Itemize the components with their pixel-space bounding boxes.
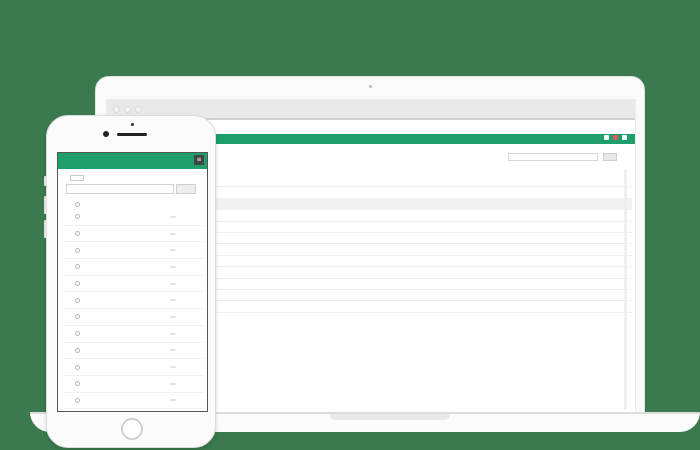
row-select bbox=[64, 281, 90, 287]
checkbox-icon[interactable] bbox=[74, 364, 80, 370]
camera-icon bbox=[103, 131, 109, 137]
row-select bbox=[64, 331, 90, 337]
home-button-icon[interactable] bbox=[121, 418, 143, 440]
header-date bbox=[285, 168, 393, 176]
laptop-notch bbox=[330, 414, 450, 420]
row-actions bbox=[170, 365, 204, 369]
user-icon[interactable] bbox=[604, 135, 609, 140]
row-actions bbox=[170, 332, 204, 336]
edit-button[interactable] bbox=[170, 215, 176, 218]
row-select bbox=[64, 214, 90, 220]
row-actions bbox=[170, 315, 204, 319]
list-item[interactable] bbox=[64, 259, 204, 276]
row-select bbox=[64, 247, 90, 253]
list-item[interactable] bbox=[64, 359, 204, 376]
edit-button[interactable] bbox=[170, 399, 176, 402]
window-minimize-icon[interactable] bbox=[124, 106, 131, 113]
edit-button[interactable] bbox=[170, 249, 176, 252]
desktop-search-row bbox=[508, 153, 617, 161]
edit-button[interactable] bbox=[170, 299, 176, 302]
phone-volume-down-button bbox=[44, 220, 47, 238]
edit-button[interactable] bbox=[170, 282, 176, 285]
checkbox-icon[interactable] bbox=[74, 347, 80, 353]
mobile-search-input[interactable] bbox=[66, 184, 174, 194]
row-select bbox=[64, 364, 90, 370]
checkbox-icon[interactable] bbox=[74, 214, 80, 220]
row-actions bbox=[170, 265, 204, 269]
list-item[interactable] bbox=[64, 226, 204, 243]
edit-button[interactable] bbox=[170, 232, 176, 235]
checkbox-icon[interactable] bbox=[74, 201, 80, 207]
row-actions bbox=[170, 215, 204, 219]
phone-sensor-icon bbox=[131, 123, 134, 126]
list-item[interactable] bbox=[64, 276, 204, 293]
checkbox-icon[interactable] bbox=[74, 297, 80, 303]
checkbox-icon[interactable] bbox=[74, 247, 80, 253]
phone-device: ≡ bbox=[44, 115, 216, 448]
phone-speaker bbox=[117, 133, 147, 136]
row-select bbox=[64, 347, 90, 353]
menu-icon[interactable]: ≡ bbox=[194, 155, 204, 165]
list-item[interactable] bbox=[64, 309, 204, 326]
list-item[interactable] bbox=[64, 292, 204, 310]
row-select bbox=[64, 297, 90, 303]
edit-button[interactable] bbox=[170, 315, 176, 318]
list-item[interactable] bbox=[64, 343, 204, 360]
row-actions bbox=[170, 282, 204, 286]
checkbox-icon[interactable] bbox=[74, 331, 80, 337]
mobile-table-header bbox=[64, 199, 204, 209]
row-actions bbox=[170, 232, 204, 236]
list-item[interactable] bbox=[64, 209, 204, 226]
notification-icon[interactable] bbox=[613, 135, 618, 140]
checkbox-icon[interactable] bbox=[74, 264, 80, 270]
mobile-app-header: ≡ bbox=[58, 153, 207, 169]
row-select bbox=[64, 381, 90, 387]
menu-icon[interactable] bbox=[622, 135, 627, 140]
checkbox-icon[interactable] bbox=[74, 281, 80, 287]
desktop-scrollbar[interactable] bbox=[624, 170, 627, 410]
checkbox-icon[interactable] bbox=[74, 397, 80, 403]
mobile-screen: ≡ bbox=[57, 152, 208, 412]
list-item[interactable] bbox=[64, 326, 204, 343]
desktop-search-input[interactable] bbox=[508, 153, 598, 161]
checkbox-icon[interactable] bbox=[74, 381, 80, 387]
row-select bbox=[64, 264, 90, 270]
row-actions bbox=[170, 298, 204, 302]
row-actions bbox=[170, 382, 204, 386]
row-select bbox=[64, 231, 90, 237]
edit-button[interactable] bbox=[170, 382, 176, 385]
row-actions bbox=[170, 248, 204, 252]
list-item[interactable] bbox=[64, 376, 204, 393]
edit-button[interactable] bbox=[170, 265, 176, 268]
edit-button[interactable] bbox=[170, 366, 176, 369]
header-select bbox=[64, 201, 90, 207]
row-actions bbox=[170, 398, 204, 402]
mobile-search-button[interactable] bbox=[176, 184, 196, 194]
window-close-icon[interactable] bbox=[113, 106, 120, 113]
mobile-filter-tag[interactable] bbox=[70, 175, 84, 181]
edit-button[interactable] bbox=[170, 349, 176, 352]
row-select bbox=[64, 314, 90, 320]
checkbox-icon[interactable] bbox=[74, 314, 80, 320]
desktop-search-button[interactable] bbox=[603, 153, 617, 161]
checkbox-icon[interactable] bbox=[74, 231, 80, 237]
list-item[interactable] bbox=[64, 393, 204, 410]
header-actions bbox=[393, 168, 632, 176]
phone-mute-button bbox=[44, 176, 47, 186]
row-actions bbox=[170, 348, 204, 352]
phone-volume-up-button bbox=[44, 196, 47, 214]
laptop-camera-icon bbox=[369, 85, 372, 88]
window-maximize-icon[interactable] bbox=[135, 106, 142, 113]
row-select bbox=[64, 397, 90, 403]
edit-button[interactable] bbox=[170, 332, 176, 335]
mobile-table bbox=[64, 199, 204, 410]
list-item[interactable] bbox=[64, 242, 204, 260]
